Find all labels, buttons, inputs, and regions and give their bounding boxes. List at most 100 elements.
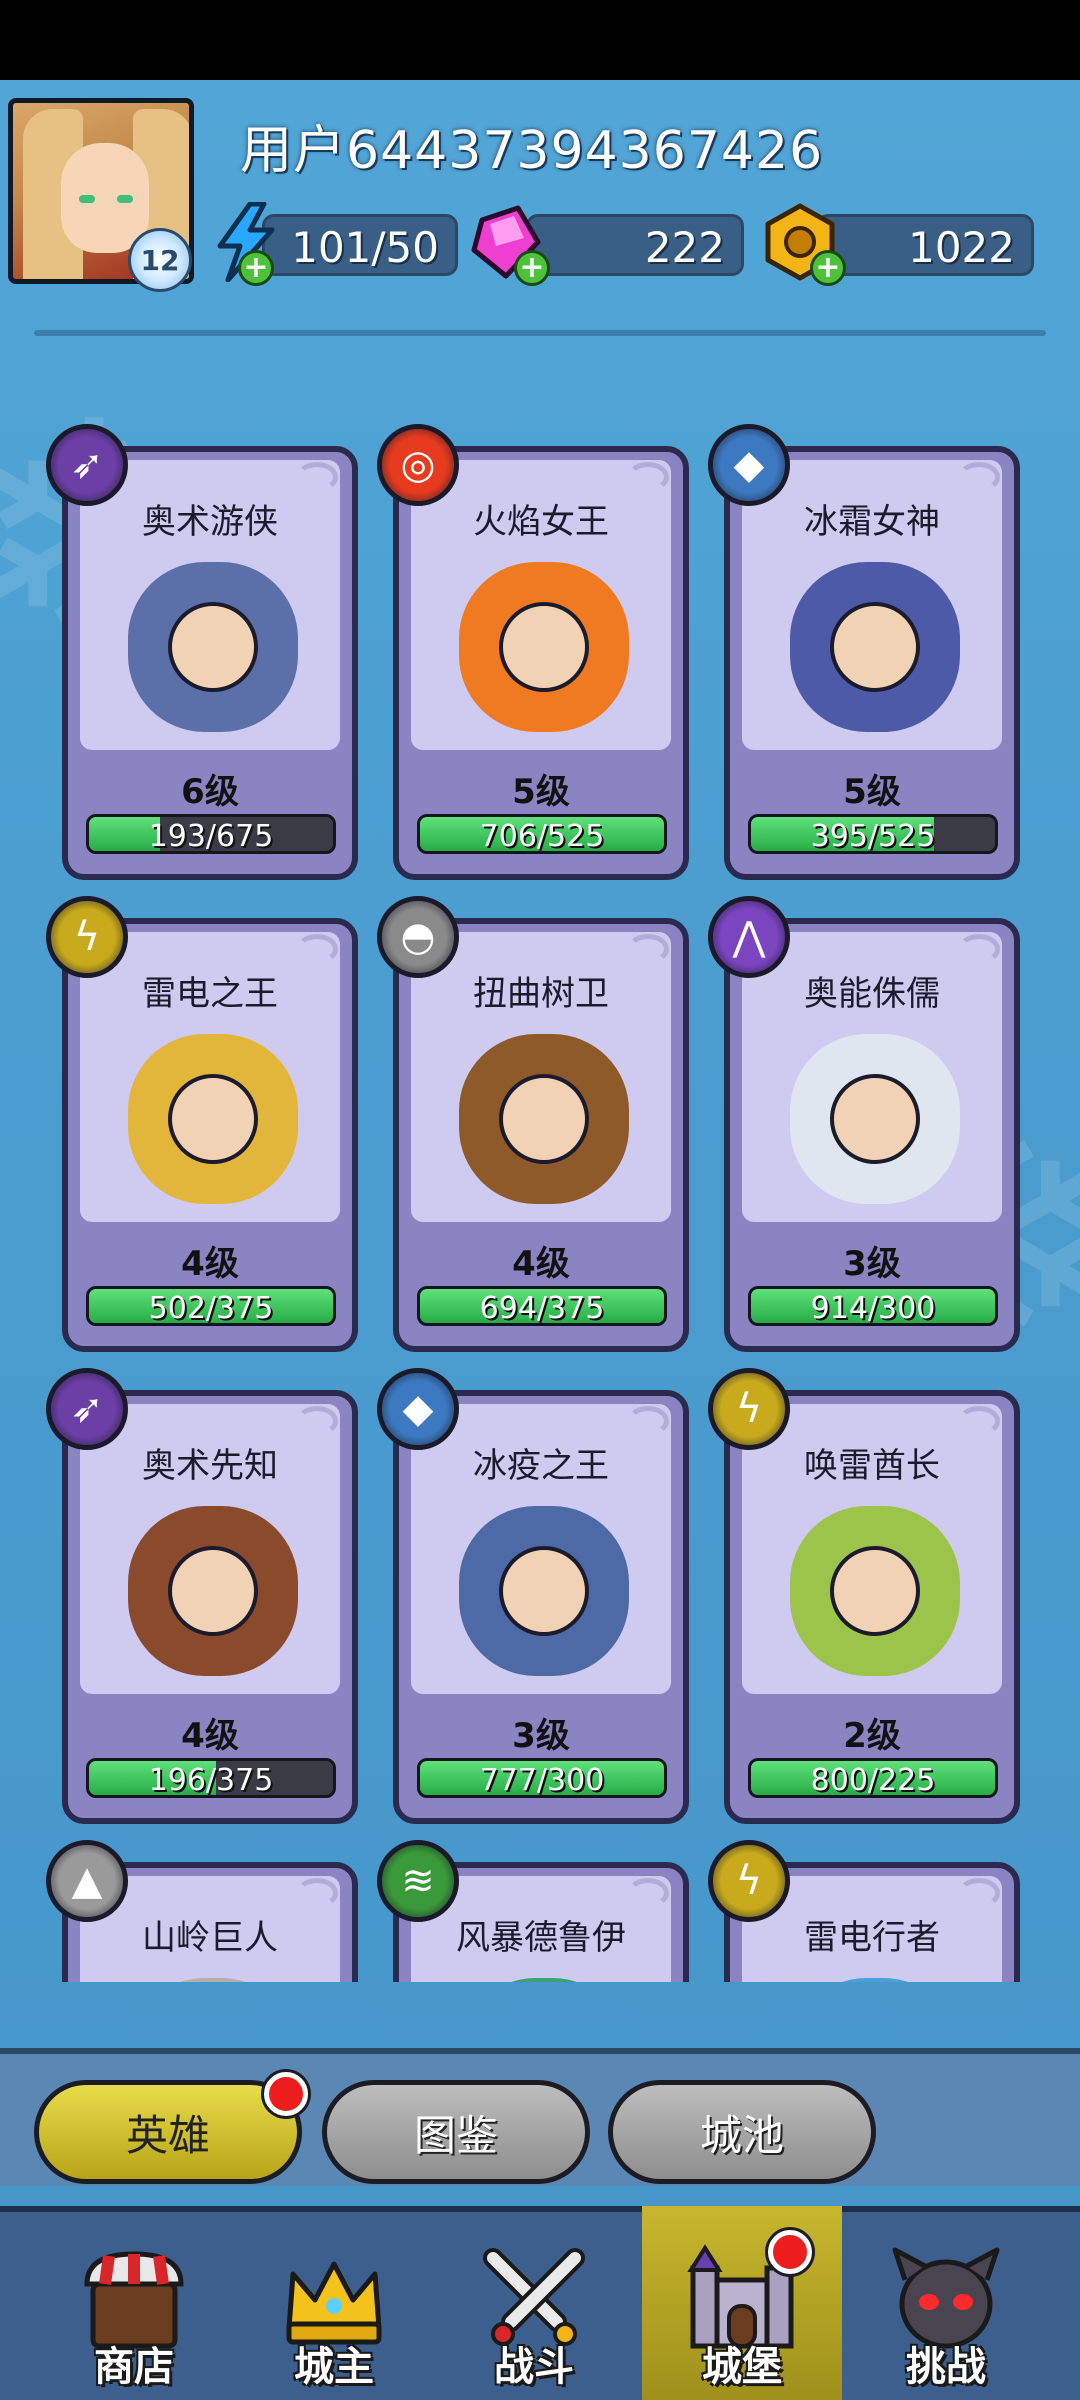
swirl-decoration xyxy=(958,462,1000,492)
hero-name: 奥术游侠 xyxy=(142,502,278,542)
hero-progress-text: 800/225 xyxy=(810,1763,936,1798)
hero-card[interactable]: 雷电之王 4级 502/375 xyxy=(62,918,358,1352)
hero-card[interactable]: 火焰女王 5级 706/525 xyxy=(393,446,689,880)
arcane-arrows-icon: ➶ xyxy=(46,424,128,506)
hero-level: 6级 xyxy=(181,772,239,812)
gem-counter: 222 xyxy=(526,214,744,276)
swirl-decoration xyxy=(958,1878,1000,1908)
hero-figure xyxy=(790,1506,960,1676)
hero-name: 雷电之王 xyxy=(142,974,278,1014)
tab-heroes[interactable]: 英雄 xyxy=(34,2080,302,2184)
energy-counter: 101/50 xyxy=(262,214,458,276)
hero-name: 唤雷酋长 xyxy=(804,1446,940,1486)
swirl-decoration xyxy=(958,934,1000,964)
hero-progress-bar: 777/300 xyxy=(417,1758,667,1798)
nav-shop[interactable]: 商店 xyxy=(34,2206,234,2400)
swirl-decoration xyxy=(958,1406,1000,1436)
hero-card[interactable]: 奥术游侠 6级 193/675 xyxy=(62,446,358,880)
hero-progress-text: 395/525 xyxy=(810,819,936,854)
arcane-claw-icon: ⋀ xyxy=(708,896,790,978)
hero-progress-text: 694/375 xyxy=(479,1291,605,1326)
swirl-decoration xyxy=(296,934,338,964)
hero-progress-bar: 196/375 xyxy=(86,1758,336,1798)
hero-progress-text: 193/675 xyxy=(148,819,274,854)
hero-name: 风暴德鲁伊 xyxy=(456,1918,626,1958)
rock-spikes-icon: ▲ xyxy=(46,1840,128,1922)
gold-counter: 1022 xyxy=(816,214,1034,276)
username: 用户64437394367426 xyxy=(240,121,824,181)
ice-crystal-icon: ◆ xyxy=(708,424,790,506)
hero-progress-bar: 706/525 xyxy=(417,814,667,854)
nav-battle[interactable]: 战斗 xyxy=(434,2206,634,2400)
lightning-bolt-icon: ϟ xyxy=(46,896,128,978)
hero-progress-text: 502/375 xyxy=(148,1291,274,1326)
nav-shop-label: 商店 xyxy=(94,2344,174,2390)
nav-castle[interactable]: 城堡 xyxy=(642,2206,842,2400)
lightning-bolt-icon: ϟ xyxy=(708,1840,790,1922)
hero-figure xyxy=(790,1034,960,1204)
swirl-decoration xyxy=(627,934,669,964)
fire-ring-icon: ◎ xyxy=(377,424,459,506)
swirl-decoration xyxy=(627,1406,669,1436)
hero-grid: 奥术游侠 6级 193/675 ➶ 火焰女王 5级 706/525 ◎ 冰霜女神 5级 395/52… xyxy=(0,350,1080,1982)
hero-name: 奥术先知 xyxy=(142,1446,278,1486)
hero-progress-bar: 395/525 xyxy=(748,814,998,854)
tab-city[interactable]: 城池 xyxy=(608,2080,876,2184)
swirl-decoration xyxy=(627,462,669,492)
hero-progress-text: 706/525 xyxy=(479,819,605,854)
hero-figure xyxy=(459,1506,629,1676)
swirl-decoration xyxy=(627,1878,669,1908)
gold-value: 1022 xyxy=(908,223,1015,272)
add-energy-button[interactable]: + xyxy=(238,250,274,286)
status-bar xyxy=(0,0,1080,80)
hero-level: 2级 xyxy=(843,1716,901,1756)
hero-progress-text: 914/300 xyxy=(810,1291,936,1326)
player-level-badge: 12 xyxy=(128,228,192,292)
swirl-decoration xyxy=(296,462,338,492)
add-gems-button[interactable]: + xyxy=(514,250,550,286)
hero-name: 雷电行者 xyxy=(804,1918,940,1958)
gem-value: 222 xyxy=(644,223,725,272)
hero-level: 4级 xyxy=(181,1244,239,1284)
hero-figure xyxy=(128,1034,298,1204)
header-divider xyxy=(34,330,1046,336)
neutral-orb-icon: ◓ xyxy=(377,896,459,978)
hero-figure xyxy=(459,562,629,732)
hero-card[interactable]: 奥术先知 4级 196/375 xyxy=(62,1390,358,1824)
hero-level: 4级 xyxy=(181,1716,239,1756)
hero-level: 4级 xyxy=(512,1244,570,1284)
hero-figure xyxy=(459,1034,629,1204)
hero-progress-text: 777/300 xyxy=(479,1763,605,1798)
hero-level: 5级 xyxy=(512,772,570,812)
hero-card[interactable]: 唤雷酋长 2级 800/225 xyxy=(724,1390,1020,1824)
tab-heroes-label: 英雄 xyxy=(125,2110,210,2160)
hero-name: 扭曲树卫 xyxy=(473,974,609,1014)
nav-challenge[interactable]: 挑战 xyxy=(846,2206,1046,2400)
hero-level: 5级 xyxy=(843,772,901,812)
lightning-bolt-icon: ϟ xyxy=(708,1368,790,1450)
tab-city-label: 城池 xyxy=(699,2110,784,2160)
tab-codex[interactable]: 图鉴 xyxy=(322,2080,590,2184)
hero-card[interactable]: 冰疫之王 3级 777/300 xyxy=(393,1390,689,1824)
hero-name: 奥能侏儒 xyxy=(804,974,940,1014)
notification-dot xyxy=(768,2230,812,2274)
hero-progress-bar: 914/300 xyxy=(748,1286,998,1326)
hero-progress-bar: 694/375 xyxy=(417,1286,667,1326)
hero-name: 火焰女王 xyxy=(473,502,609,542)
notification-dot xyxy=(264,2072,308,2116)
add-gold-button[interactable]: + xyxy=(810,250,846,286)
wind-swirl-icon: ≋ xyxy=(377,1840,459,1922)
energy-value: 101/50 xyxy=(291,223,439,272)
nav-lord[interactable]: 城主 xyxy=(234,2206,434,2400)
hero-card[interactable]: 扭曲树卫 4级 694/375 xyxy=(393,918,689,1352)
hero-card[interactable]: 奥能侏儒 3级 914/300 xyxy=(724,918,1020,1352)
hero-progress-bar: 800/225 xyxy=(748,1758,998,1798)
hero-figure xyxy=(790,562,960,732)
hero-progress-bar: 502/375 xyxy=(86,1286,336,1326)
hero-name: 冰疫之王 xyxy=(473,1446,609,1486)
hero-card[interactable]: 冰霜女神 5级 395/525 xyxy=(724,446,1020,880)
hero-level: 3级 xyxy=(512,1716,570,1756)
nav-lord-label: 城主 xyxy=(294,2344,374,2390)
nav-challenge-label: 挑战 xyxy=(906,2344,986,2390)
tab-codex-label: 图鉴 xyxy=(413,2110,498,2160)
